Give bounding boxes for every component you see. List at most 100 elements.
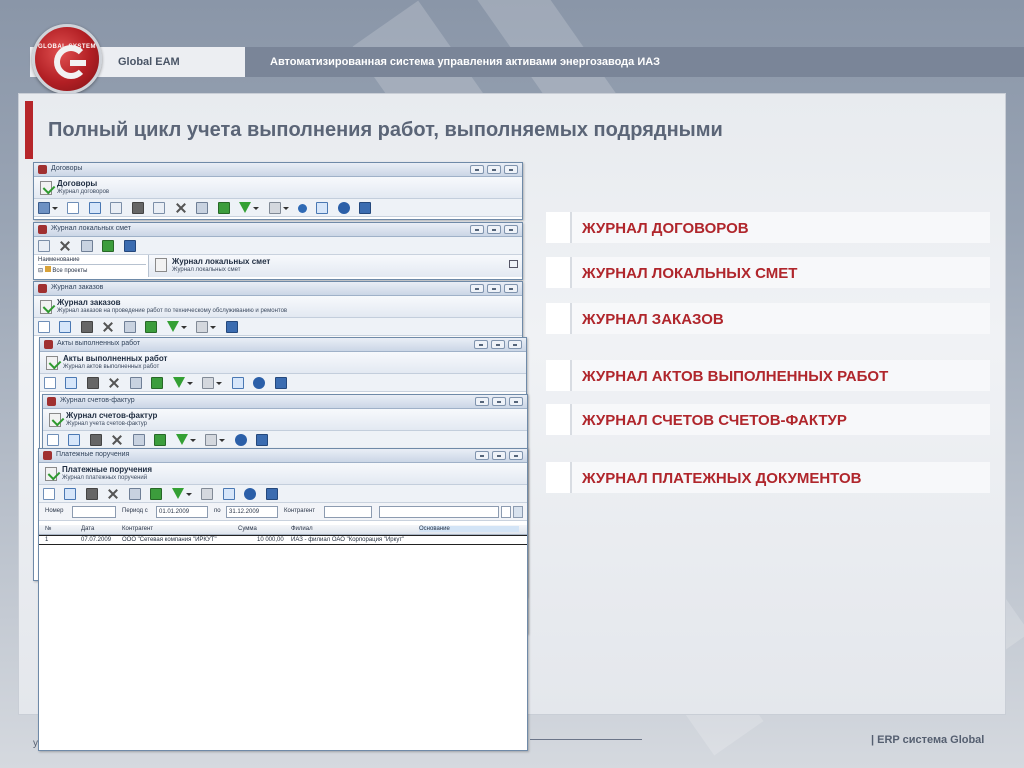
minimize-button[interactable] <box>470 165 484 174</box>
filter-icon[interactable] <box>239 202 252 213</box>
save-icon[interactable] <box>196 202 209 214</box>
print-icon[interactable] <box>205 434 218 446</box>
refresh-icon[interactable] <box>145 321 158 333</box>
print-icon[interactable] <box>202 377 215 389</box>
save-icon[interactable] <box>132 434 145 446</box>
delete-icon[interactable] <box>85 488 98 500</box>
search-input[interactable] <box>379 506 499 518</box>
column-header[interactable]: Сумма <box>238 526 257 532</box>
help-icon[interactable] <box>244 488 257 500</box>
filter-icon[interactable] <box>166 321 179 332</box>
help-icon[interactable] <box>253 377 266 389</box>
close-button[interactable] <box>508 340 522 349</box>
minimize-button[interactable] <box>475 397 489 406</box>
new-document-icon[interactable] <box>67 202 80 214</box>
close-x-icon[interactable] <box>102 321 114 333</box>
column-header[interactable]: Филиал <box>291 526 313 532</box>
minimize-button[interactable] <box>474 340 488 349</box>
new-document-icon[interactable] <box>38 321 50 333</box>
refresh-icon[interactable] <box>154 434 167 446</box>
minimize-button[interactable] <box>475 451 489 460</box>
refresh-icon[interactable] <box>151 377 164 389</box>
cancel-icon[interactable] <box>153 202 166 214</box>
edit-icon[interactable] <box>65 377 78 389</box>
new-document-icon[interactable] <box>44 377 56 389</box>
close-x-icon[interactable] <box>107 488 119 500</box>
close-x-icon[interactable] <box>59 240 71 252</box>
filter-icon[interactable] <box>172 377 185 388</box>
delete-icon[interactable] <box>86 377 99 389</box>
book-icon[interactable] <box>225 321 238 333</box>
dropdown-arrow-icon[interactable] <box>216 377 223 389</box>
book-icon[interactable] <box>265 488 278 500</box>
refresh-icon[interactable] <box>102 240 115 252</box>
save-icon[interactable] <box>80 240 93 252</box>
book-icon[interactable] <box>123 240 136 252</box>
maximize-button[interactable] <box>487 225 501 234</box>
tree-item-all-projects[interactable]: ⊟ Все проекты <box>38 266 87 274</box>
filter-icon[interactable] <box>175 434 188 445</box>
maximize-button[interactable] <box>491 340 505 349</box>
maximize-button[interactable] <box>492 451 506 460</box>
book-icon[interactable] <box>256 434 269 446</box>
new-document-icon[interactable] <box>43 488 55 500</box>
edit-icon[interactable] <box>64 488 77 500</box>
minimize-button[interactable] <box>470 284 484 293</box>
maximize-button[interactable] <box>487 165 501 174</box>
dropdown-arrow-icon[interactable] <box>282 202 289 214</box>
dropdown-arrow-icon[interactable] <box>185 488 192 500</box>
delete-icon[interactable] <box>131 202 144 214</box>
cancel-icon[interactable] <box>38 240 50 252</box>
help-icon[interactable] <box>337 202 350 214</box>
delete-icon[interactable] <box>89 434 102 446</box>
help-icon[interactable] <box>234 434 247 446</box>
maximize-button[interactable] <box>492 397 506 406</box>
table-row[interactable]: 1 07.07.2009 ООО "Сетевая компания "ИРКУ… <box>39 535 527 545</box>
date-to-input[interactable]: 31.12.2009 <box>226 506 278 518</box>
column-header[interactable]: Основание <box>419 526 519 532</box>
tree-icon[interactable] <box>38 202 50 214</box>
edit-icon[interactable] <box>68 434 81 446</box>
dropdown-arrow-icon[interactable] <box>180 321 187 333</box>
date-from-input[interactable]: 01.01.2009 <box>156 506 208 518</box>
book-icon[interactable] <box>274 377 287 389</box>
report-icon[interactable] <box>222 488 235 500</box>
edit-icon[interactable] <box>59 321 72 333</box>
column-header[interactable]: № <box>45 526 51 532</box>
dropdown-arrow-icon[interactable] <box>219 434 226 446</box>
save-icon[interactable] <box>128 488 141 500</box>
ellipsis-button[interactable] <box>501 506 511 518</box>
copy-icon[interactable] <box>110 202 123 214</box>
clear-button[interactable] <box>513 506 523 518</box>
maximize-button[interactable] <box>487 284 501 293</box>
save-icon[interactable] <box>123 321 136 333</box>
close-button[interactable] <box>509 397 523 406</box>
close-button[interactable] <box>504 225 518 234</box>
report-icon[interactable] <box>316 202 329 214</box>
print-icon[interactable] <box>201 488 214 500</box>
minimize-button[interactable] <box>470 225 484 234</box>
close-x-icon[interactable] <box>175 202 187 214</box>
close-button[interactable] <box>509 451 523 460</box>
column-header[interactable]: Дата <box>81 526 94 532</box>
counterparty-input[interactable] <box>324 506 372 518</box>
delete-icon[interactable] <box>80 321 93 333</box>
edit-icon[interactable] <box>88 202 101 214</box>
close-x-icon[interactable] <box>111 434 123 446</box>
save-icon[interactable] <box>129 377 142 389</box>
filter-icon[interactable] <box>171 488 184 499</box>
column-header[interactable]: Контрагент <box>122 526 153 532</box>
close-x-icon[interactable] <box>108 377 120 389</box>
print-icon[interactable] <box>196 321 209 333</box>
dropdown-arrow-icon[interactable] <box>52 202 58 214</box>
refresh-icon[interactable] <box>150 488 163 500</box>
refresh-icon[interactable] <box>217 202 230 214</box>
new-document-icon[interactable] <box>47 434 59 446</box>
number-input[interactable] <box>72 506 116 518</box>
report-icon[interactable] <box>231 377 244 389</box>
book-icon[interactable] <box>359 202 372 214</box>
restore-icon[interactable] <box>509 260 518 268</box>
print-icon[interactable] <box>268 202 281 214</box>
close-button[interactable] <box>504 284 518 293</box>
dropdown-arrow-icon[interactable] <box>210 321 217 333</box>
